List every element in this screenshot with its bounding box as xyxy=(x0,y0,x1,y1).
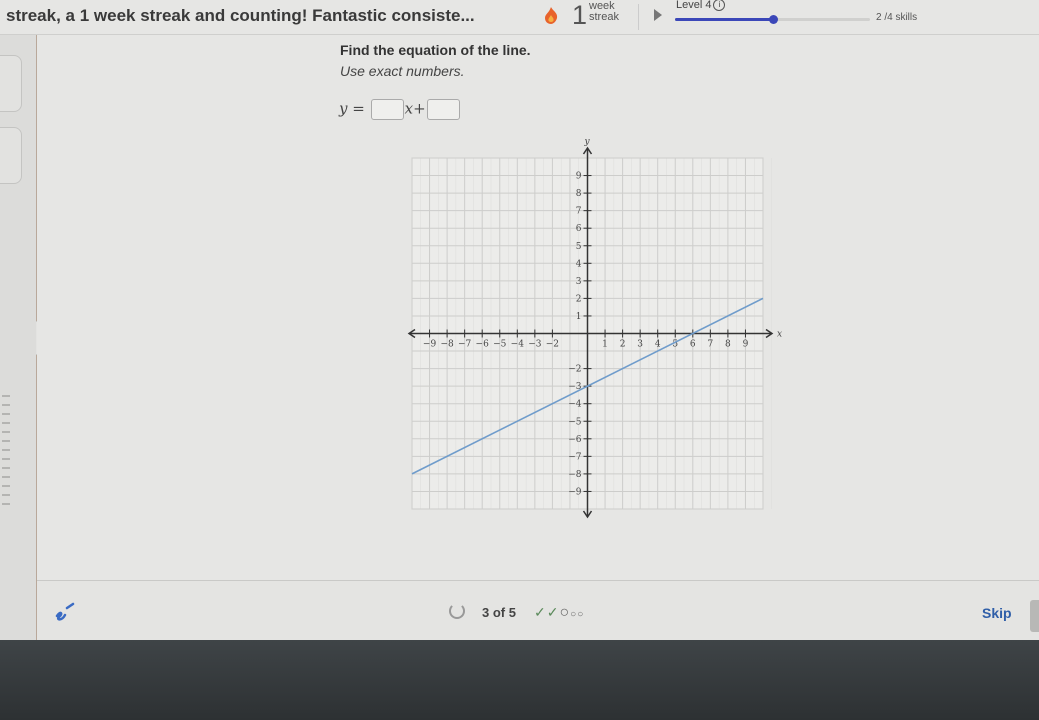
y-tick-label: 2 xyxy=(576,294,582,304)
x-tick-label: 1 xyxy=(602,340,608,350)
question-progress-marks: ✓✓○○○ xyxy=(534,604,584,622)
next-button-edge[interactable] xyxy=(1030,600,1039,632)
level-progress-fill xyxy=(675,18,773,21)
left-card-1[interactable]: ✓ xyxy=(0,55,22,112)
y-tick-label: 3 xyxy=(576,277,582,287)
x-tick-label: 8 xyxy=(725,340,731,350)
play-icon[interactable] xyxy=(654,9,662,21)
x-tick-label: −9 xyxy=(423,340,437,350)
y-tick-label: −2 xyxy=(568,365,581,375)
progress-mark-3: ○ xyxy=(559,604,571,621)
equation-lhs: y xyxy=(339,99,348,118)
x-tick-label: −4 xyxy=(511,340,525,350)
x-tick-label: 2 xyxy=(620,340,626,350)
x-tick-label: −2 xyxy=(546,340,559,350)
y-tick-label: 7 xyxy=(576,207,582,217)
slope-input[interactable] xyxy=(370,99,404,120)
progress-mark-5: ○ xyxy=(577,609,585,620)
x-tick-label: 7 xyxy=(707,340,713,350)
streak-unit: week streak xyxy=(589,1,619,23)
equation: y = x+ xyxy=(339,99,461,120)
device-bezel xyxy=(0,640,1039,720)
equals-sign: = xyxy=(352,99,365,118)
y-tick-label: −6 xyxy=(568,435,582,445)
y-axis-label: y xyxy=(584,137,591,147)
info-icon[interactable]: i xyxy=(713,0,726,12)
y-tick-label: −8 xyxy=(568,470,582,480)
plus-sign: + xyxy=(413,99,426,118)
top-bar: streak, a 1 week streak and counting! Fa… xyxy=(0,0,1039,35)
y-tick-label: −9 xyxy=(568,487,582,497)
question-title: Find the equation of the line. xyxy=(340,42,531,58)
question-counter: 3 of 5 xyxy=(482,605,516,620)
skip-button[interactable]: Skip xyxy=(982,605,1012,621)
progress-mark-2: ✓ xyxy=(546,604,560,620)
x-axis-label: x xyxy=(777,330,782,340)
left-card-2[interactable]: ✕ xyxy=(0,127,22,184)
y-tick-label: −7 xyxy=(568,452,582,462)
streak-message: streak, a 1 week streak and counting! Fa… xyxy=(6,6,475,25)
level-progress-bar xyxy=(675,15,870,24)
x-tick-label: −6 xyxy=(476,340,490,350)
progress-mark-1: ✓ xyxy=(534,604,547,620)
x-tick-label: −5 xyxy=(493,340,507,350)
x-tick-label: 4 xyxy=(655,340,661,350)
level-label: Level 4 xyxy=(676,0,712,11)
x-variable: x xyxy=(404,99,414,118)
flame-icon xyxy=(545,7,558,24)
y-tick-label: 8 xyxy=(576,189,582,199)
retry-icon[interactable] xyxy=(449,603,465,619)
x-tick-label: 6 xyxy=(690,340,696,350)
x-tick-label: −7 xyxy=(458,340,472,350)
question-subtitle: Use exact numbers. xyxy=(340,63,465,79)
y-tick-label: 1 xyxy=(576,312,582,322)
left-panel: ✓ ✕ xyxy=(0,35,36,640)
topbar-divider xyxy=(638,4,639,30)
intercept-input[interactable] xyxy=(426,99,460,120)
x-tick-label: −3 xyxy=(528,340,542,350)
y-tick-label: 5 xyxy=(576,242,582,252)
x-tick-label: 3 xyxy=(637,340,643,350)
coordinate-graph[interactable]: −9 −8 −7 −6 −5 −4 −3 −2 1 2 3 4 5 6 7 8 9987654321−2−3−4… xyxy=(400,135,800,520)
y-tick-label: 4 xyxy=(576,259,582,269)
left-panel-ticks xyxy=(2,395,10,505)
scratchpad-icon[interactable] xyxy=(53,600,79,622)
level-progress-knob xyxy=(768,15,778,24)
streak-unit-streak: streak xyxy=(589,11,619,23)
x-tick-label: 9 xyxy=(743,340,749,350)
level-indicator: Level 4i xyxy=(676,0,726,12)
streak-count: 1 xyxy=(572,0,588,30)
y-tick-label: −5 xyxy=(568,417,582,427)
skills-count: 2 /4 skills xyxy=(876,12,918,23)
y-tick-label: 9 xyxy=(576,172,582,182)
y-tick-label: −4 xyxy=(568,400,582,410)
y-tick-label: 6 xyxy=(576,224,582,234)
x-tick-label: −8 xyxy=(440,340,454,350)
